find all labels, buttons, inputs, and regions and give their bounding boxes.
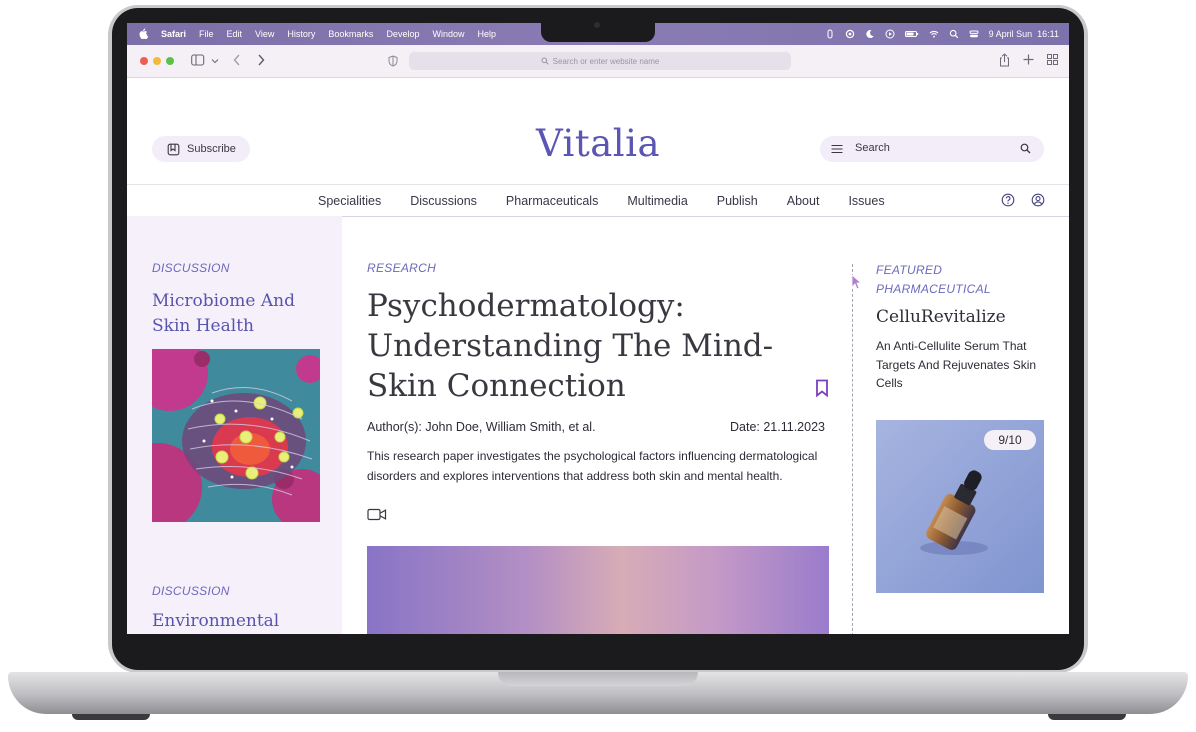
close-window-button[interactable] [140,57,148,65]
article-date: Date: 21.11.2023 [730,420,825,434]
privacy-shield-icon[interactable] [388,55,398,67]
menu-develop[interactable]: Develop [386,29,419,39]
laptop-foot-left [72,714,150,720]
menu-help[interactable]: Help [477,29,496,39]
search-icon [541,57,549,65]
article-summary: This research paper investigates the psy… [367,449,818,483]
featured-description: An Anti-Cellulite Serum That Targets And… [876,339,1037,390]
menu-history[interactable]: History [287,29,315,39]
creative-cloud-icon[interactable] [845,29,855,39]
featured-category-line2: PHARMACEUTICAL [876,282,991,296]
apple-icon[interactable] [139,28,148,39]
rating-badge: 9/10 [984,430,1036,450]
tab-overview-icon[interactable] [1047,54,1058,65]
help-icon[interactable] [1001,193,1015,207]
video-camera-icon[interactable] [367,508,387,521]
menu-edit[interactable]: Edit [227,29,243,39]
article-title-line2[interactable]: Understanding The Mind- [367,326,773,366]
share-icon[interactable] [999,53,1010,67]
nav-pharmaceuticals[interactable]: Pharmaceuticals [506,194,598,208]
featured-product-name[interactable]: CelluRevitalize [876,307,1006,327]
menu-bookmarks[interactable]: Bookmarks [328,29,373,39]
spotlight-search-icon[interactable] [949,29,959,39]
camera-dot [594,22,600,28]
featured-category-line1: FEATURED [876,263,943,277]
nav-specialities[interactable]: Specialities [318,194,381,208]
address-bar[interactable]: Search or enter website name [409,52,791,70]
microbiome-illustration[interactable] [152,349,320,522]
card2-title[interactable]: Environmental [152,611,279,631]
site-search-field[interactable]: Search [820,136,1044,162]
menubar-status: 9 April Sun 16:11 [825,23,1059,45]
menubar-items: Safari File Edit View History Bookmarks … [161,23,496,45]
bookmark-icon[interactable] [815,379,829,397]
nav-items: Specialities Discussions Pharmaceuticals… [318,185,885,216]
back-arrow-icon[interactable] [233,54,241,66]
article-authors: Author(s): John Doe, William Smith, et a… [367,420,596,434]
menu-view[interactable]: View [255,29,274,39]
address-bar-placeholder: Search or enter website name [552,56,660,66]
play-circle-icon[interactable] [885,29,895,39]
zoom-window-button[interactable] [166,57,174,65]
article-category: RESEARCH [367,261,437,275]
wifi-icon[interactable] [929,29,939,39]
battery-icon[interactable] [904,29,919,39]
new-tab-plus-icon[interactable] [1023,54,1034,65]
card1-category: DISCUSSION [152,261,230,275]
menu-file[interactable]: File [199,29,214,39]
mouse-cursor-icon [851,274,863,290]
nav-publish[interactable]: Publish [717,194,758,208]
card1-title-line1[interactable]: Microbiome And [152,289,295,314]
nav-about[interactable]: About [787,194,820,208]
figma-icon[interactable] [825,29,835,39]
card1-title[interactable]: Microbiome And Skin Health [152,289,295,339]
article-title[interactable]: Psychodermatology: Understanding The Min… [367,286,773,406]
menu-safari[interactable]: Safari [161,29,186,39]
nav-multimedia[interactable]: Multimedia [627,194,687,208]
nav-issues[interactable]: Issues [848,194,884,208]
control-center-icon[interactable] [969,29,979,39]
search-icon[interactable] [1020,143,1031,154]
chevron-down-icon[interactable] [211,58,219,64]
hamburger-menu-icon[interactable] [831,144,843,154]
minimize-window-button[interactable] [153,57,161,65]
laptop-foot-right [1048,714,1126,720]
moon-icon[interactable] [865,29,875,39]
browser-toolbar: Search or enter website name [127,45,1069,78]
nav-discussions[interactable]: Discussions [410,194,477,208]
card2-category: DISCUSSION [152,584,230,598]
card1-title-line2[interactable]: Skin Health [152,314,295,339]
menu-window[interactable]: Window [432,29,464,39]
screen: Safari File Edit View History Bookmarks … [127,23,1069,634]
menubar-datetime[interactable]: 9 April Sun 16:11 [989,29,1059,39]
featured-category: FEATURED PHARMACEUTICAL [876,261,991,299]
laptop-hinge-notch [498,672,698,686]
webpage: Subscribe Vitalia Search Specialities Di… [127,78,1069,634]
column-divider [852,264,853,634]
main-nav: Specialities Discussions Pharmaceuticals… [127,184,1069,217]
sidebar-toggle-icon[interactable] [191,54,205,66]
article-title-line1[interactable]: Psychodermatology: [367,286,773,326]
search-placeholder: Search [855,142,890,154]
article-title-line3[interactable]: Skin Connection [367,366,773,406]
forward-arrow-icon[interactable] [257,54,265,66]
left-sidebar: DISCUSSION Microbiome And Skin Health DI… [127,216,342,634]
article-hero-image[interactable] [367,546,829,634]
account-icon[interactable] [1031,193,1045,207]
